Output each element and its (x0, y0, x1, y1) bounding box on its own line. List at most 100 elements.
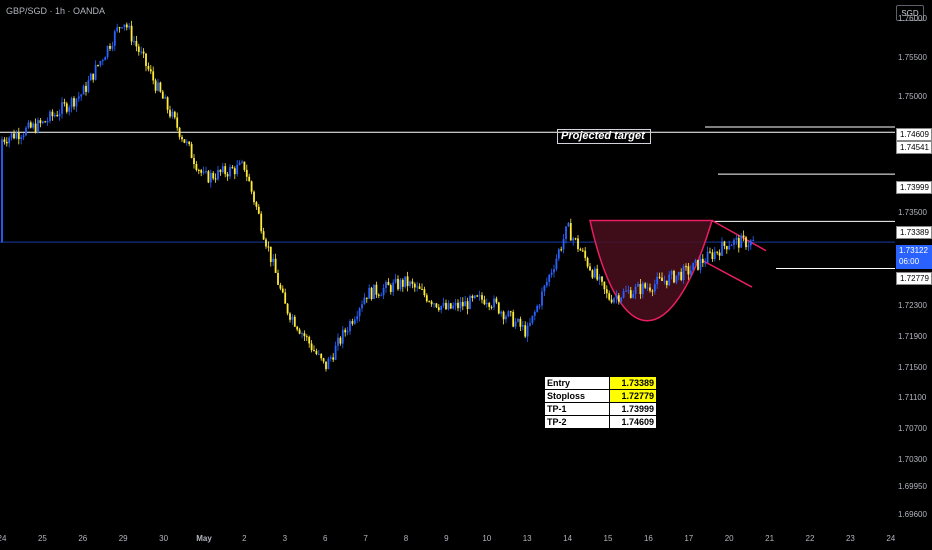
candle-body (320, 353, 323, 359)
candle-body (56, 114, 59, 117)
candle-body (377, 294, 380, 296)
candle-body (543, 285, 546, 292)
candle-body (668, 274, 671, 286)
price-chart[interactable] (0, 0, 932, 550)
candle-body (310, 343, 313, 351)
candle-body (128, 25, 131, 28)
candle-body (409, 281, 411, 287)
candle-body (605, 289, 608, 294)
candle-body (557, 249, 560, 259)
candle-body (661, 277, 663, 281)
candle-body (622, 291, 625, 298)
candle-body (728, 245, 731, 250)
candle-body (711, 252, 714, 260)
candle-body (279, 284, 282, 289)
candle-body (173, 111, 176, 118)
candle-body (202, 171, 205, 173)
candle-body (185, 141, 188, 143)
candle-body (620, 297, 623, 302)
candle-body (265, 239, 267, 247)
x-tick-label: 15 (603, 534, 613, 543)
x-tick-label: 13 (522, 534, 532, 543)
candle-body (718, 252, 721, 256)
candle-body (327, 358, 330, 370)
candle-body (248, 176, 251, 182)
candle-body (651, 290, 654, 292)
candle-body (308, 336, 311, 344)
candle-body (505, 316, 507, 320)
candle-body (284, 292, 287, 304)
candle-body (615, 295, 618, 299)
candle-body (737, 237, 740, 248)
candle-body (742, 235, 745, 238)
candle-body (236, 164, 239, 175)
candle-body (289, 313, 291, 320)
candle-body (195, 163, 198, 170)
candle-body (77, 96, 80, 99)
x-tick-label: May (196, 534, 212, 543)
tp2-key: TP-2 (544, 415, 610, 429)
candle-body (214, 178, 217, 180)
candle-body (632, 294, 635, 298)
candle-body (281, 288, 284, 293)
candle-body (687, 266, 690, 275)
candle-body (13, 133, 15, 139)
candle-body (704, 262, 707, 264)
candle-body (533, 311, 536, 316)
candle-body (411, 281, 414, 284)
table-row: Entry 1.73389 (544, 376, 657, 390)
candle-body (401, 279, 404, 287)
y-tick-label: 1.70700 (898, 424, 927, 434)
x-tick-label: 14 (563, 534, 573, 543)
candle-body (459, 301, 462, 309)
candle-body (296, 326, 299, 330)
y-tick-label: 1.71100 (898, 393, 927, 403)
candle-body (485, 302, 488, 305)
candle-body (89, 73, 92, 81)
candle-body (701, 258, 704, 263)
candle-body (190, 144, 193, 159)
x-tick-label: 21 (765, 534, 775, 543)
candle-body (51, 111, 54, 117)
tp1-key: TP-1 (544, 402, 610, 416)
symbol-title: GBP/SGD · 1h · OANDA (6, 6, 106, 16)
candle-body (329, 357, 332, 359)
candle-body (752, 239, 755, 241)
x-tick-label: 29 (118, 534, 128, 543)
candle-body (286, 303, 289, 314)
candle-body (634, 286, 637, 295)
candle-body (109, 45, 111, 49)
candle-body (413, 283, 416, 288)
candle-body (25, 127, 27, 136)
candle-body (358, 308, 361, 317)
candle-body (176, 117, 179, 128)
x-tick-label: 7 (363, 534, 368, 543)
candle-body (665, 280, 668, 286)
candle-body (649, 287, 651, 291)
candle-body (5, 141, 8, 144)
y-tick-label: 1.73500 (898, 207, 927, 217)
candle-body (584, 250, 587, 258)
trade-table: Entry 1.73389 Stoploss 1.72779 TP-1 1.73999… (544, 376, 657, 429)
candle-body (303, 333, 306, 337)
candle-body (639, 283, 642, 295)
candle-body (332, 357, 335, 360)
entry-value: 1.73389 (609, 376, 657, 390)
candle-body (495, 298, 498, 303)
candle-body (365, 297, 368, 299)
candle-body (27, 122, 30, 128)
candle-body (161, 91, 164, 99)
candle-body (536, 305, 539, 312)
candle-body (169, 109, 171, 117)
candle-body (598, 276, 601, 280)
candle-body (689, 270, 692, 275)
candle-body (305, 336, 308, 338)
candle-body (469, 295, 471, 310)
candle-body (356, 316, 359, 320)
candle-body (262, 231, 265, 240)
x-tick-label: 3 (282, 534, 288, 543)
candle-body (257, 206, 260, 214)
candle-body (137, 46, 140, 52)
y-tick-label: 1.70300 (898, 455, 927, 465)
candle-body (82, 85, 85, 95)
